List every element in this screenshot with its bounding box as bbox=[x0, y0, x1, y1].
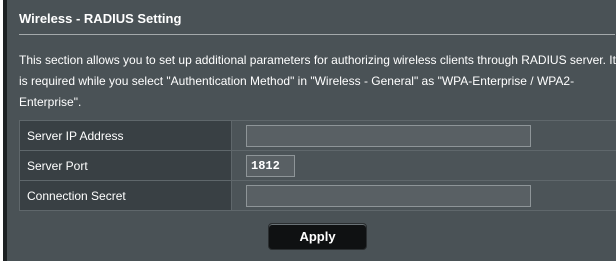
server-ip-input[interactable] bbox=[246, 124, 531, 147]
server-port-input[interactable] bbox=[246, 154, 295, 177]
connection-secret-input[interactable] bbox=[246, 184, 531, 207]
server-port-row: Server Port bbox=[19, 150, 616, 181]
server-ip-label: Server IP Address bbox=[19, 120, 232, 151]
panel-left-border bbox=[3, 0, 7, 261]
connection-secret-row: Connection Secret bbox=[19, 180, 616, 211]
apply-button[interactable]: Apply bbox=[268, 223, 367, 250]
radius-settings-panel: Wireless - RADIUS Setting This section a… bbox=[3, 0, 616, 261]
section-title: Wireless - RADIUS Setting bbox=[19, 11, 182, 26]
connection-secret-label: Connection Secret bbox=[19, 180, 232, 211]
server-port-label: Server Port bbox=[19, 150, 232, 181]
section-description: This section allows you to set up additi… bbox=[19, 53, 616, 109]
radius-settings-table: Server IP Address Server Port Connection… bbox=[19, 120, 616, 211]
server-ip-row: Server IP Address bbox=[19, 120, 616, 151]
title-divider bbox=[19, 34, 615, 35]
